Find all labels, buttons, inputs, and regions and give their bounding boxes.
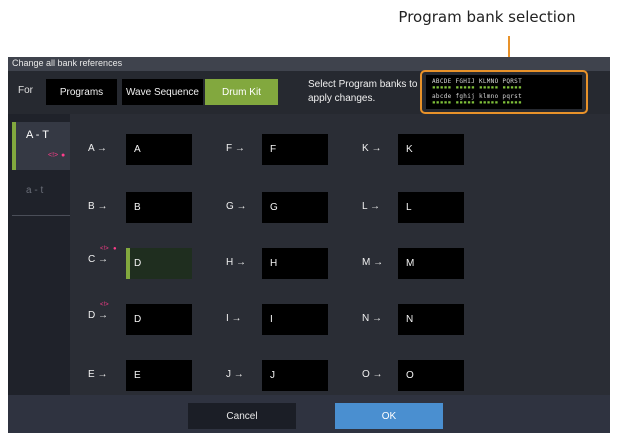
- for-label: For: [18, 85, 33, 96]
- map-field-e[interactable]: E: [126, 360, 192, 391]
- dialog-title: Change all bank references: [12, 58, 123, 68]
- map-label-o: O →: [362, 369, 383, 380]
- map-field-m[interactable]: M: [398, 248, 464, 279]
- map-label-d: D →: [88, 310, 108, 321]
- map-label-c: C →: [88, 254, 108, 265]
- map-field-h[interactable]: H: [262, 248, 328, 279]
- programs-button[interactable]: Programs: [46, 79, 117, 105]
- map-label-j: J →: [226, 369, 244, 380]
- map-field-k[interactable]: K: [398, 134, 464, 165]
- map-label-a: A →: [88, 143, 107, 154]
- warning-marker-d: <!>: [100, 302, 109, 308]
- dialog-titlebar: Change all bank references: [8, 57, 610, 71]
- bank-mapping-grid: A → A B → B <!> ● C → D <!> D → D E → E …: [70, 114, 610, 395]
- map-label-k: K →: [362, 143, 382, 154]
- bank-row-lowercase-indicators: ▪▪▪▪▪ ▪▪▪▪▪ ▪▪▪▪▪ ▪▪▪▪▪: [432, 99, 522, 106]
- map-label-m: M →: [362, 257, 384, 268]
- map-field-g[interactable]: G: [262, 192, 328, 223]
- map-field-o[interactable]: O: [398, 360, 464, 391]
- map-field-b[interactable]: B: [126, 192, 192, 223]
- map-label-g: G →: [226, 201, 247, 212]
- tab-a-t-lower-label: a - t: [26, 185, 44, 196]
- instruction-text: Select Program banks to apply changes.: [308, 79, 418, 104]
- tab-a-t[interactable]: A - T <!> ●: [12, 122, 70, 170]
- warning-marker: <!>: [48, 152, 59, 159]
- map-label-h: H →: [226, 257, 246, 268]
- map-field-a[interactable]: A: [126, 134, 192, 165]
- map-field-c[interactable]: D: [126, 248, 192, 279]
- cancel-button[interactable]: Cancel: [188, 403, 296, 429]
- map-label-e: E →: [88, 369, 108, 380]
- map-label-n: N →: [362, 313, 382, 324]
- map-field-f[interactable]: F: [262, 134, 328, 165]
- map-field-l[interactable]: L: [398, 192, 464, 223]
- map-field-i[interactable]: I: [262, 304, 328, 335]
- program-bank-selector[interactable]: ABCDE FGHIJ KLMNO PQRST ▪▪▪▪▪ ▪▪▪▪▪ ▪▪▪▪…: [426, 75, 582, 109]
- map-label-f: F →: [226, 143, 245, 154]
- change-bank-dialog: Change all bank references For Programs …: [8, 57, 610, 433]
- tab-a-t-label: A - T: [26, 129, 50, 141]
- bank-row-uppercase-indicators: ▪▪▪▪▪ ▪▪▪▪▪ ▪▪▪▪▪ ▪▪▪▪▪: [432, 84, 522, 91]
- map-field-n[interactable]: N: [398, 304, 464, 335]
- drum-kit-button[interactable]: Drum Kit: [205, 79, 278, 105]
- bank-tabs: A - T <!> ● a - t: [8, 114, 70, 395]
- warning-marker-c: <!>: [100, 246, 109, 252]
- map-label-i: I →: [226, 313, 242, 324]
- warning-dot-c: ●: [113, 246, 117, 252]
- map-field-j[interactable]: J: [262, 360, 328, 391]
- warning-dot: ●: [61, 152, 66, 159]
- dialog-footer: Cancel OK: [8, 395, 610, 433]
- map-label-l: L →: [362, 201, 380, 212]
- tab-selected-indicator: [12, 122, 16, 170]
- tab-a-t-lower[interactable]: a - t: [12, 176, 70, 216]
- wave-sequence-button[interactable]: Wave Sequence: [122, 79, 203, 105]
- ok-button[interactable]: OK: [335, 403, 443, 429]
- callout-label: Program bank selection: [398, 8, 576, 26]
- map-field-d[interactable]: D: [126, 304, 192, 335]
- map-label-b: B →: [88, 201, 108, 212]
- program-bank-selector-highlight: ABCDE FGHIJ KLMNO PQRST ▪▪▪▪▪ ▪▪▪▪▪ ▪▪▪▪…: [420, 70, 588, 114]
